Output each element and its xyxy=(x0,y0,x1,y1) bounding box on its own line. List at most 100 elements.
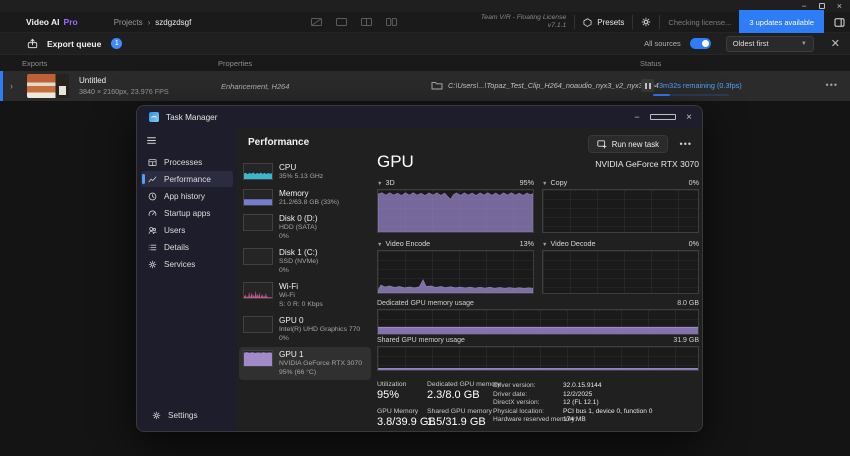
divider xyxy=(574,15,575,29)
perf-card-gpu0[interactable]: GPU 0Intel(R) UHD Graphics 7700% xyxy=(239,313,371,346)
gpu-video-decode-chart xyxy=(542,250,699,294)
settings-gear-icon xyxy=(152,411,161,420)
run-new-task-button[interactable]: Run new task xyxy=(588,135,668,153)
collapse-icon[interactable]: ▼ xyxy=(542,242,547,248)
expand-row-icon[interactable]: › xyxy=(10,81,13,91)
sidebar-item-app-history[interactable]: App history xyxy=(141,188,233,204)
perf-card-disk0[interactable]: Disk 0 (D:)HDD (SATA)0% xyxy=(239,211,371,244)
sidebar-item-services[interactable]: Services xyxy=(141,256,233,272)
details-list-icon xyxy=(148,243,157,252)
chevron-right-icon: › xyxy=(148,18,151,27)
export-details: 3840 × 2160px, 23.976 FPS xyxy=(79,87,169,96)
encode-percent: 13% xyxy=(520,239,534,248)
memory-mini-chart xyxy=(243,189,273,206)
task-manager-app-icon xyxy=(149,112,159,122)
page-title: Performance xyxy=(248,137,309,148)
perf-card-disk1[interactable]: Disk 1 (C:)SSD (NVMe)0% xyxy=(239,245,371,278)
utilization-value: 95% xyxy=(377,389,427,401)
dedicated-memory-chart xyxy=(377,309,699,335)
divider xyxy=(659,15,660,29)
collapse-icon[interactable]: ▼ xyxy=(377,242,382,248)
detail-row: DirectX version:12 (FL 12.1) xyxy=(493,399,699,406)
all-sources-label: All sources xyxy=(644,39,681,48)
output-path[interactable]: C:\Users\...\Topaz_Test_Clip_H264_noaudi… xyxy=(431,80,659,91)
hamburger-menu-icon[interactable] xyxy=(146,135,237,146)
gpu-detail-panel: GPU NVIDIA GeForce RTX 3070 ▼3D95% ▼Copy… xyxy=(377,152,699,432)
processes-icon xyxy=(148,158,157,167)
wifi-mini-chart xyxy=(243,282,273,299)
export-progress-bar xyxy=(653,94,729,96)
presets-button[interactable]: Presets xyxy=(583,18,624,27)
dedicated-memory-scale: 8.0 GB xyxy=(677,300,699,307)
task-manager-window: Task Manager − × Processes Performance A… xyxy=(136,105,703,432)
maximize-icon[interactable] xyxy=(650,112,676,122)
panel-toggle-icon[interactable] xyxy=(832,15,847,30)
sidebar-item-users[interactable]: Users xyxy=(141,222,233,238)
perf-card-wifi[interactable]: Wi-FiWi-FiS: 0 R: 0 Kbps xyxy=(239,279,371,312)
updates-available-button[interactable]: 3 updates available xyxy=(739,10,824,34)
users-icon xyxy=(148,226,157,235)
shared-value: 1.5/31.9 GB xyxy=(427,416,493,428)
close-icon[interactable]: × xyxy=(676,112,702,123)
full-view-icon[interactable] xyxy=(336,18,347,26)
gpu-memory-value: 3.8/39.9 GB xyxy=(377,416,427,428)
column-status: Status xyxy=(640,59,661,68)
minimize-icon[interactable]: − xyxy=(624,112,650,122)
all-sources-toggle[interactable] xyxy=(690,38,711,49)
shared-label: Shared GPU memory xyxy=(427,408,493,415)
brand-name: Video AI xyxy=(26,17,60,27)
perf-card-cpu[interactable]: CPU35% 5.13 GHz xyxy=(239,160,371,185)
breadcrumb-projects[interactable]: Projects xyxy=(114,18,143,27)
side-by-side-view-icon[interactable] xyxy=(386,18,397,26)
queue-bar-controls: All sources Oldest first ▼ ✕ xyxy=(644,36,850,52)
disk1-mini-chart xyxy=(243,248,273,265)
sidebar-item-processes[interactable]: Processes xyxy=(141,154,233,170)
license-info: Team V/R - Floating License v7.1.1 xyxy=(481,14,567,31)
view-layout-icons xyxy=(311,18,397,26)
sidebar-item-performance[interactable]: Performance xyxy=(141,171,233,187)
pause-export-button[interactable] xyxy=(641,79,654,92)
clock-history-icon xyxy=(148,192,157,201)
perf-card-memory[interactable]: Memory21.2/63.8 GB (33%) xyxy=(239,186,371,211)
gpu-device-name: NVIDIA GeForce RTX 3070 xyxy=(595,159,699,169)
breadcrumb: Projects › szdgzdsgf xyxy=(114,18,192,27)
collapse-icon[interactable]: ▼ xyxy=(377,181,382,187)
detail-row: Driver date:12/2/2025 xyxy=(493,391,699,398)
presets-icon xyxy=(583,18,592,27)
sidebar-item-details[interactable]: Details xyxy=(141,239,233,255)
utilization-label: Utilization xyxy=(377,381,427,388)
gear-icon[interactable] xyxy=(641,17,651,27)
column-exports: Exports xyxy=(22,59,47,68)
queue-count-badge: 1 xyxy=(111,38,122,49)
shared-memory-scale: 31.9 GB xyxy=(673,337,699,344)
split-view-icon[interactable] xyxy=(361,18,372,26)
decode-percent: 0% xyxy=(689,239,699,248)
sidebar-item-startup-apps[interactable]: Startup apps xyxy=(141,205,233,221)
gpu-panel-title: GPU xyxy=(377,152,414,172)
copy-percent: 0% xyxy=(689,178,699,187)
collapse-icon[interactable]: ▼ xyxy=(542,181,547,187)
task-manager-content: Performance Run new task ••• CPU35% 5.13… xyxy=(237,128,702,431)
task-manager-window-controls: − × xyxy=(624,106,702,128)
detail-row: Driver version:32.0.15.9144 xyxy=(493,382,699,389)
d3-percent: 95% xyxy=(520,178,534,187)
row-more-icon[interactable]: ••• xyxy=(826,80,838,90)
sort-order-select[interactable]: Oldest first ▼ xyxy=(726,36,814,52)
folder-icon xyxy=(431,80,443,91)
single-view-icon[interactable] xyxy=(311,18,322,26)
more-options-icon[interactable]: ••• xyxy=(680,139,692,149)
close-icon[interactable]: × xyxy=(837,2,842,11)
pro-badge: Pro xyxy=(64,17,78,27)
export-queue-bar: Export queue 1 All sources Oldest first … xyxy=(0,33,850,55)
gpu-3d-chart xyxy=(377,189,534,233)
close-queue-icon[interactable]: ✕ xyxy=(831,37,840,50)
sidebar-item-settings[interactable]: Settings xyxy=(145,407,229,423)
gpu-video-encode-chart xyxy=(377,250,534,294)
task-manager-titlebar[interactable]: Task Manager − × xyxy=(137,106,702,128)
export-row[interactable]: › Untitled 3840 × 2160px, 23.976 FPS Enh… xyxy=(0,71,850,101)
column-properties: Properties xyxy=(218,59,252,68)
performance-list: CPU35% 5.13 GHz Memory21.2/63.8 GB (33%)… xyxy=(239,160,371,381)
divider xyxy=(632,15,633,29)
gpu-stats: Utilization 95% GPU Memory 3.8/39.9 GB D… xyxy=(377,381,699,432)
perf-card-gpu1[interactable]: GPU 1NVIDIA GeForce RTX 307095% (66 °C) xyxy=(239,347,371,380)
